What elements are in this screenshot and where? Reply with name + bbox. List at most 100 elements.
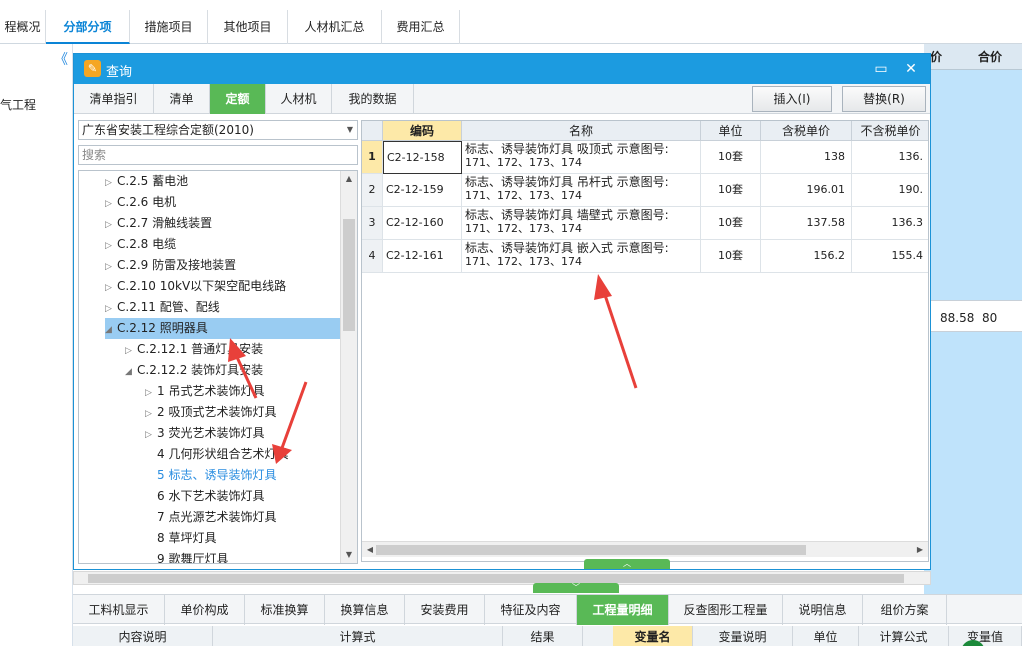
tree-leaf[interactable]: 8 草坪灯具 xyxy=(157,528,216,549)
tree-leaf[interactable]: 4 几何形状组合艺术灯具 xyxy=(157,444,288,465)
close-icon[interactable]: ✕ xyxy=(900,58,922,80)
column-header-name[interactable]: 名称 xyxy=(462,121,701,141)
collapse-icon[interactable]: ◢ xyxy=(125,362,137,383)
tree-node[interactable]: ▷ C.2.11 配管、配线 xyxy=(105,297,220,318)
tab-project-overview[interactable]: 程概况 xyxy=(0,10,46,44)
cell-unit[interactable]: 10套 xyxy=(701,240,761,273)
collapse-icon[interactable]: ◢ xyxy=(105,320,117,341)
row-index[interactable]: 4 xyxy=(362,240,383,273)
scroll-thumb[interactable] xyxy=(343,219,355,331)
tab-quota[interactable]: 定额 xyxy=(210,84,266,114)
cell-name[interactable]: 标志、诱导装饰灯具 墙壁式 示意图号: 171、172、173、174 xyxy=(462,207,701,240)
tree-node[interactable]: ▷ C.2.7 滑触线装置 xyxy=(105,213,212,234)
search-input[interactable]: 搜索 xyxy=(78,145,358,165)
tree-leaf[interactable]: 6 水下艺术装饰灯具 xyxy=(157,486,264,507)
cell-unit[interactable]: 10套 xyxy=(701,141,761,174)
expand-icon[interactable]: ▷ xyxy=(105,215,117,236)
tree-node[interactable]: ▷ C.2.6 电机 xyxy=(105,192,176,213)
tree-node[interactable]: ▷ C.2.10 10kV以下架空配电线路 xyxy=(105,276,286,297)
replace-button[interactable]: 替换(R) xyxy=(842,86,926,112)
cell-name[interactable]: 标志、诱导装饰灯具 吸顶式 示意图号: 171、172、173、174 xyxy=(462,141,701,174)
tab-features[interactable]: 特征及内容 xyxy=(485,595,577,625)
expand-icon[interactable]: ▷ xyxy=(105,299,117,320)
cell-code[interactable]: C2-12-160 xyxy=(383,207,462,240)
tree-node[interactable]: ▷ 1 吊式艺术装饰灯具 xyxy=(145,381,264,402)
tree-node[interactable]: ▷ 3 荧光艺术装饰灯具 xyxy=(145,423,264,444)
scroll-thumb[interactable] xyxy=(88,574,904,583)
scroll-up-icon[interactable]: ▲ xyxy=(341,171,357,187)
cell-name[interactable]: 标志、诱导装饰灯具 嵌入式 示意图号: 171、172、173、174 xyxy=(462,240,701,273)
expand-icon[interactable]: ▷ xyxy=(145,404,157,425)
collapse-icon[interactable]: 《 xyxy=(54,49,68,69)
grid-hscrollbar[interactable]: ◀ ▶ xyxy=(362,541,928,557)
library-select[interactable]: 广东省安装工程综合定额(2010) ▼ xyxy=(78,120,358,140)
row-index[interactable]: 2 xyxy=(362,174,383,207)
tree-node-selected[interactable]: ◢ C.2.12 照明器具 xyxy=(105,318,341,339)
tree-leaf[interactable]: 7 点光源艺术装饰灯具 xyxy=(157,507,276,528)
cell-notax-price[interactable]: 155.4 xyxy=(852,240,928,273)
tab-standard-conversion[interactable]: 标准换算 xyxy=(245,595,325,625)
cell-tax-price[interactable]: 196.01 xyxy=(761,174,852,207)
tree-item-electrical[interactable]: 电气工程 xyxy=(0,96,36,113)
tab-conversion-info[interactable]: 换算信息 xyxy=(325,595,405,625)
row-index[interactable]: 1 xyxy=(362,141,383,174)
column-header-code[interactable]: 编码 xyxy=(383,121,462,141)
tab-reverse-lookup[interactable]: 反查图形工程量 xyxy=(669,595,783,625)
tree-node[interactable]: ▷ 2 吸顶式艺术装饰灯具 xyxy=(145,402,276,423)
cell-notax-price[interactable]: 136.3 xyxy=(852,207,928,240)
column-header-notax-price[interactable]: 不含税单价 xyxy=(852,121,928,141)
tree-leaf-active[interactable]: 5 标志、诱导装饰灯具 xyxy=(157,465,276,486)
cell-unit[interactable]: 10套 xyxy=(701,207,761,240)
tree-leaf[interactable]: 9 歌舞厅灯具 xyxy=(157,549,228,563)
cell-code[interactable]: C2-12-159 xyxy=(383,174,462,207)
cell-code[interactable]: C2-12-161 xyxy=(383,240,462,273)
insert-button[interactable]: 插入(I) xyxy=(752,86,832,112)
cell-tax-price[interactable]: 138 xyxy=(761,141,852,174)
cell-name[interactable]: 标志、诱导装饰灯具 吊杆式 示意图号: 171、172、173、174 xyxy=(462,174,701,207)
tab-divisional-items[interactable]: 分部分项 xyxy=(46,10,130,44)
expand-icon[interactable]: ▷ xyxy=(105,236,117,257)
tab-labor-material[interactable]: 人材机 xyxy=(266,84,332,114)
row-index[interactable]: 3 xyxy=(362,207,383,240)
cell-notax-price[interactable]: 136. xyxy=(852,141,928,174)
expand-icon[interactable]: ▷ xyxy=(145,425,157,446)
tab-list-guide[interactable]: 清单指引 xyxy=(74,84,154,114)
tab-list[interactable]: 清单 xyxy=(154,84,210,114)
tree-node[interactable]: ▷ C.2.5 蓄电池 xyxy=(105,171,188,192)
scroll-right-icon[interactable]: ▶ xyxy=(912,542,928,558)
expand-icon[interactable]: ▷ xyxy=(105,194,117,215)
tree-node[interactable]: ▷ C.2.9 防雷及接地装置 xyxy=(105,255,236,276)
tree-node[interactable]: ▷ C.2.12.1 普通灯具安装 xyxy=(125,339,263,360)
tree-node[interactable]: ◢ C.2.12.2 装饰灯具安装 xyxy=(125,360,263,381)
tab-other-items[interactable]: 其他项目 xyxy=(208,10,288,44)
background-row[interactable]: 88.58 80 xyxy=(924,300,1022,332)
scroll-down-icon[interactable]: ▼ xyxy=(341,547,357,563)
tab-install-cost[interactable]: 安装费用 xyxy=(405,595,485,625)
dialog-titlebar[interactable]: ✎ 查询 ▭ ✕ xyxy=(74,54,930,84)
cell-notax-price[interactable]: 190. xyxy=(852,174,928,207)
cell-code[interactable]: C2-12-158 xyxy=(383,141,462,174)
tab-material-display[interactable]: 工料机显示 xyxy=(73,595,165,625)
expand-icon[interactable]: ▷ xyxy=(105,257,117,278)
tab-unit-price[interactable]: 单价构成 xyxy=(165,595,245,625)
cell-unit[interactable]: 10套 xyxy=(701,174,761,207)
scroll-thumb[interactable] xyxy=(376,545,806,555)
tab-my-data[interactable]: 我的数据 xyxy=(332,84,414,114)
tab-labor-material-summary[interactable]: 人材机汇总 xyxy=(288,10,382,44)
tab-description[interactable]: 说明信息 xyxy=(783,595,863,625)
expand-icon[interactable]: ▷ xyxy=(105,173,117,194)
column-header-tax-price[interactable]: 含税单价 xyxy=(761,121,852,141)
expand-icon[interactable]: ▷ xyxy=(105,278,117,299)
tree-scrollbar[interactable]: ▲ ▼ xyxy=(340,171,357,563)
tab-pricing-plan[interactable]: 组价方案 xyxy=(863,595,947,625)
tab-quantity-detail[interactable]: 工程量明细 xyxy=(577,595,669,625)
splitter-down-icon[interactable]: ﹀ xyxy=(533,583,619,593)
tab-cost-summary[interactable]: 费用汇总 xyxy=(382,10,460,44)
maximize-icon[interactable]: ▭ xyxy=(870,58,892,80)
splitter-up-icon[interactable]: ︿ xyxy=(584,559,670,569)
tree-node[interactable]: ▷ C.2.8 电缆 xyxy=(105,234,176,255)
expand-icon[interactable]: ▷ xyxy=(145,383,157,404)
main-hscrollbar[interactable] xyxy=(73,571,931,585)
cell-tax-price[interactable]: 137.58 xyxy=(761,207,852,240)
expand-icon[interactable]: ▷ xyxy=(125,341,137,362)
